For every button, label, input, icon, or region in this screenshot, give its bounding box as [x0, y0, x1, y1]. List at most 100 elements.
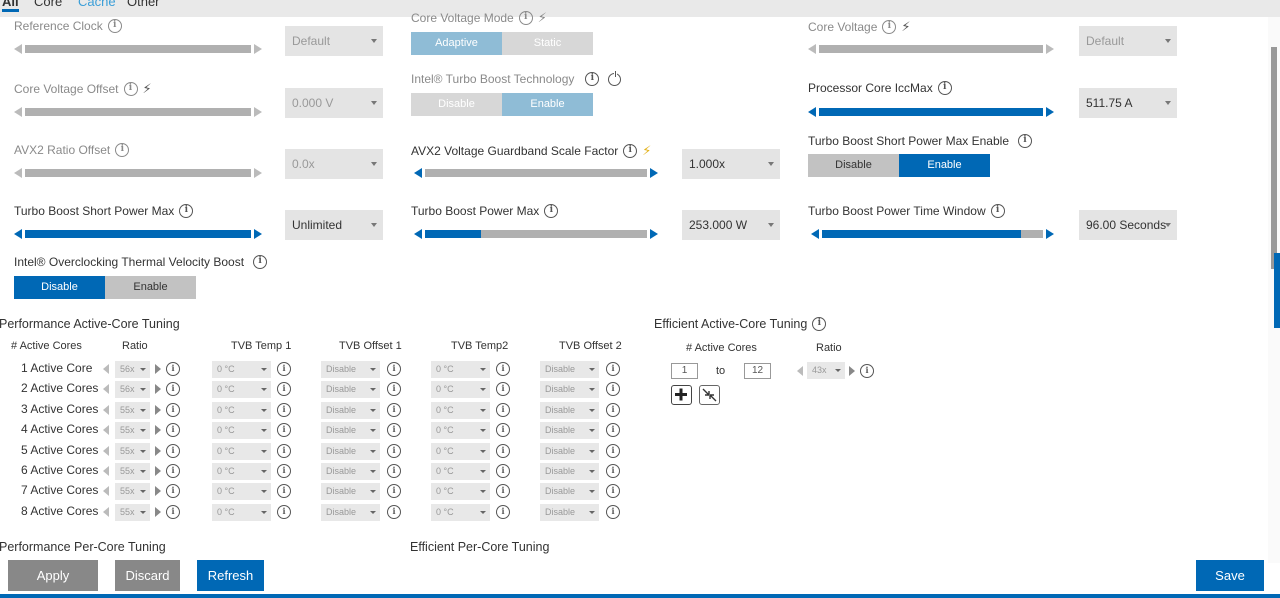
info-icon[interactable]: i: [606, 402, 620, 417]
disable-option[interactable]: Disable: [14, 276, 105, 299]
temp1-dropdown[interactable]: 0 °C: [212, 442, 271, 460]
ratio-left-arrow-icon[interactable]: [103, 445, 109, 456]
info-icon[interactable]: i: [496, 504, 510, 519]
avx2-ratio-offset-dropdown[interactable]: 0.0x: [285, 149, 383, 179]
offset1-dropdown[interactable]: Disable: [321, 463, 380, 480]
info-icon[interactable]: i: [606, 423, 620, 438]
ratio-dropdown[interactable]: 55x: [115, 442, 150, 460]
otvb-toggle[interactable]: Disable Enable: [14, 276, 196, 299]
slider-left-arrow-icon[interactable]: [14, 229, 22, 239]
info-icon[interactable]: i: [496, 423, 510, 438]
temp2-dropdown[interactable]: 0 °C: [431, 442, 490, 460]
offset1-dropdown[interactable]: Disable: [321, 503, 380, 521]
info-icon[interactable]: i: [544, 204, 559, 218]
ratio-right-arrow-icon[interactable]: [155, 445, 161, 456]
info-icon[interactable]: i: [277, 464, 291, 478]
temp2-dropdown[interactable]: 0 °C: [431, 361, 490, 378]
info-icon[interactable]: i: [606, 362, 620, 376]
info-icon[interactable]: i: [387, 382, 401, 397]
offset2-dropdown[interactable]: Disable: [540, 442, 599, 460]
disable-option[interactable]: Disable: [808, 154, 899, 177]
ratio-right-arrow-icon[interactable]: [155, 384, 161, 395]
adaptive-option[interactable]: Adaptive: [411, 32, 502, 55]
temp2-dropdown[interactable]: 0 °C: [431, 381, 490, 399]
temp1-dropdown[interactable]: 0 °C: [212, 381, 271, 399]
offset2-dropdown[interactable]: Disable: [540, 361, 599, 378]
apply-button[interactable]: Apply: [8, 560, 98, 591]
info-icon[interactable]: i: [937, 81, 952, 95]
core-voltage-mode-toggle[interactable]: Adaptive Static: [411, 32, 593, 55]
ratio-dropdown[interactable]: 55x: [115, 463, 150, 480]
temp1-dropdown[interactable]: 0 °C: [212, 361, 271, 378]
refresh-button[interactable]: Refresh: [197, 560, 264, 591]
add-icon[interactable]: [671, 385, 692, 405]
info-icon[interactable]: i: [277, 382, 291, 397]
info-icon[interactable]: i: [277, 504, 291, 519]
info-icon[interactable]: i: [606, 484, 620, 499]
core-voltage-dropdown[interactable]: Default: [1079, 26, 1177, 56]
offset1-dropdown[interactable]: Disable: [321, 381, 380, 399]
info-icon[interactable]: i: [387, 362, 401, 376]
temp2-dropdown[interactable]: 0 °C: [431, 463, 490, 480]
offset1-dropdown[interactable]: Disable: [321, 401, 380, 419]
ratio-right-arrow-icon[interactable]: [155, 404, 161, 415]
eff-ratio-right-arrow-icon[interactable]: [849, 366, 855, 376]
info-icon[interactable]: i: [387, 443, 401, 458]
enable-option[interactable]: Enable: [502, 93, 593, 116]
offset2-dropdown[interactable]: Disable: [540, 463, 599, 480]
info-icon[interactable]: i: [812, 317, 827, 331]
info-icon[interactable]: i: [166, 402, 180, 417]
temp1-dropdown[interactable]: 0 °C: [212, 422, 271, 440]
static-option[interactable]: Static: [502, 32, 593, 55]
ratio-left-arrow-icon[interactable]: [103, 425, 109, 436]
ratio-right-arrow-icon[interactable]: [155, 506, 161, 517]
ratio-right-arrow-icon[interactable]: [155, 364, 161, 374]
tab-all[interactable]: All: [2, 0, 19, 12]
info-icon[interactable]: i: [606, 443, 620, 458]
disable-option[interactable]: Disable: [411, 93, 502, 116]
slider-right-arrow-icon[interactable]: [650, 168, 658, 178]
turbo-short-power-max-slider[interactable]: [14, 228, 262, 240]
temp1-dropdown[interactable]: 0 °C: [212, 483, 271, 501]
offset2-dropdown[interactable]: Disable: [540, 401, 599, 419]
turbo-short-power-max-dropdown[interactable]: Unlimited: [285, 210, 383, 240]
info-icon[interactable]: i: [496, 382, 510, 397]
info-icon[interactable]: i: [387, 504, 401, 519]
ratio-dropdown[interactable]: 56x: [115, 381, 150, 399]
tab-cache[interactable]: Cache: [78, 0, 116, 9]
save-button[interactable]: Save: [1196, 560, 1264, 591]
info-icon[interactable]: i: [623, 144, 638, 158]
temp2-dropdown[interactable]: 0 °C: [431, 401, 490, 419]
ratio-left-arrow-icon[interactable]: [103, 466, 109, 476]
core-voltage-offset-slider[interactable]: [14, 106, 262, 118]
enable-option[interactable]: Enable: [105, 276, 196, 299]
offset1-dropdown[interactable]: Disable: [321, 422, 380, 440]
side-panel-handle[interactable]: [1274, 253, 1280, 328]
ratio-right-arrow-icon[interactable]: [155, 486, 161, 497]
slider-left-arrow-icon[interactable]: [808, 44, 816, 54]
slider-right-arrow-icon[interactable]: [254, 107, 262, 117]
info-icon[interactable]: i: [585, 72, 600, 86]
reference-clock-slider[interactable]: [14, 43, 262, 55]
temp1-dropdown[interactable]: 0 °C: [212, 401, 271, 419]
ratio-left-arrow-icon[interactable]: [103, 506, 109, 517]
offset1-dropdown[interactable]: Disable: [321, 442, 380, 460]
discard-button[interactable]: Discard: [115, 560, 180, 591]
core-voltage-offset-dropdown[interactable]: 0.000 V: [285, 88, 383, 118]
eff-ratio-dropdown[interactable]: 43x: [807, 362, 845, 379]
info-icon[interactable]: i: [253, 255, 268, 269]
avx2-voltage-guardband-slider[interactable]: [414, 167, 658, 179]
info-icon[interactable]: i: [882, 20, 897, 34]
info-icon[interactable]: i: [115, 143, 130, 157]
ratio-dropdown[interactable]: 55x: [115, 483, 150, 501]
info-icon[interactable]: i: [496, 464, 510, 478]
reference-clock-dropdown[interactable]: Default: [285, 26, 383, 56]
slider-left-arrow-icon[interactable]: [414, 229, 422, 239]
info-icon[interactable]: i: [166, 423, 180, 438]
ratio-left-arrow-icon[interactable]: [103, 404, 109, 415]
info-icon[interactable]: i: [496, 362, 510, 376]
slider-right-arrow-icon[interactable]: [1046, 44, 1054, 54]
avx2-ratio-offset-slider[interactable]: [14, 167, 262, 179]
info-icon[interactable]: i: [387, 423, 401, 438]
info-icon[interactable]: i: [606, 382, 620, 397]
